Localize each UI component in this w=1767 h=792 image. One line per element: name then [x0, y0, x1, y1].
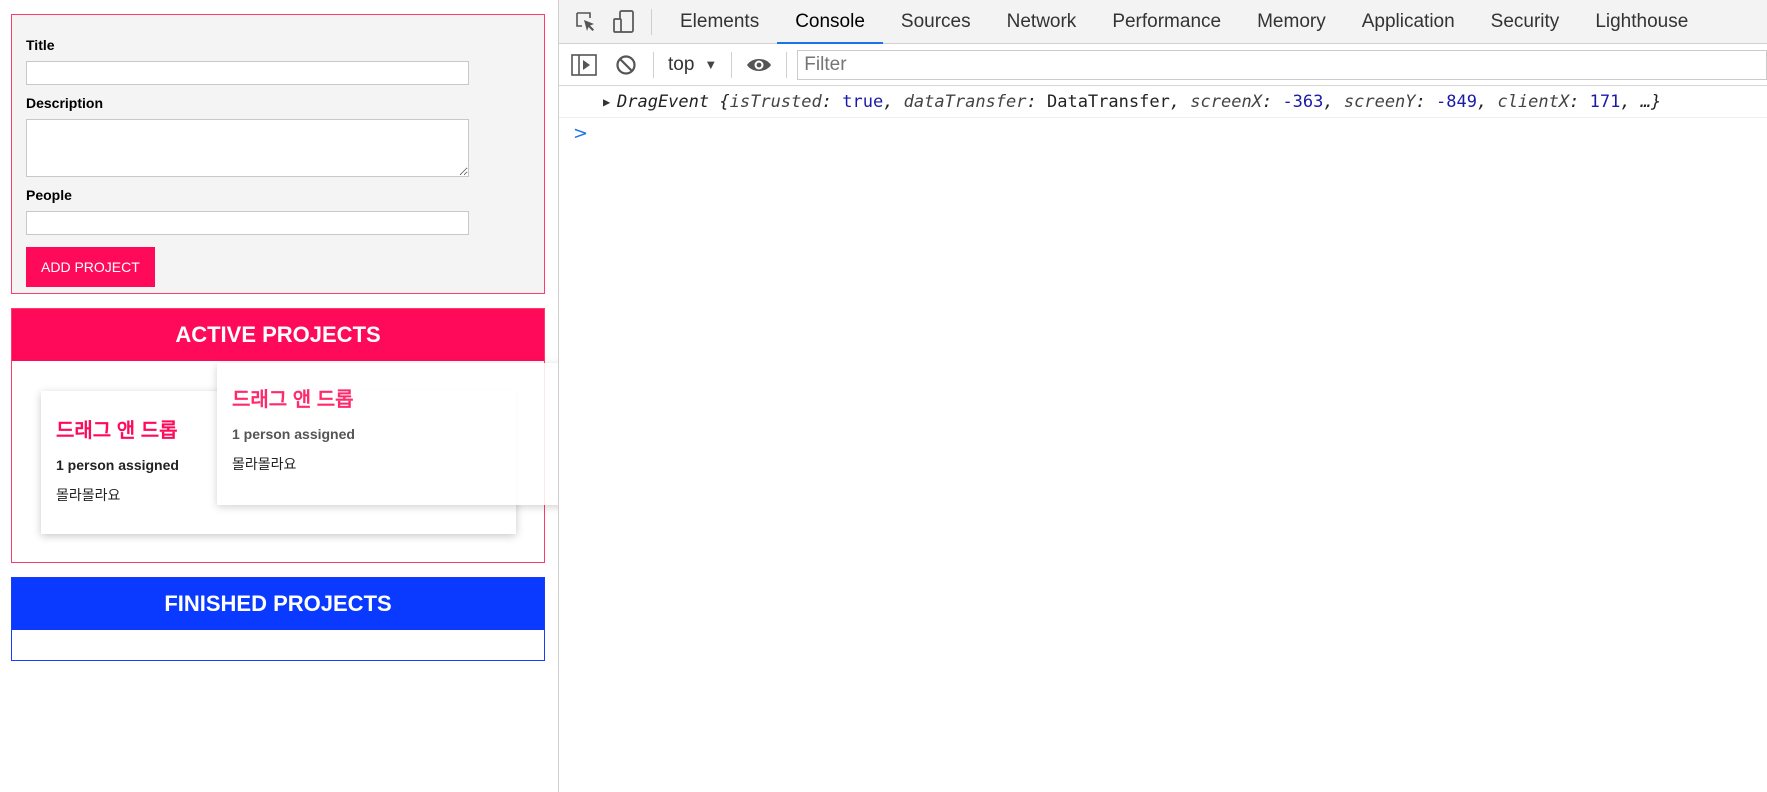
tab-security[interactable]: Security [1473, 0, 1578, 44]
log-field-value: DataTransfer [1046, 92, 1170, 112]
tab-network[interactable]: Network [989, 0, 1095, 44]
tab-console[interactable]: Console [777, 0, 883, 44]
log-field-value: true [842, 92, 884, 112]
project-form: Title Description People ADD PROJECT [11, 14, 545, 294]
console-toolbar: top ▼ [559, 44, 1767, 86]
tab-elements[interactable]: Elements [662, 0, 777, 44]
tab-separator [651, 8, 652, 35]
log-field-value: -363 [1282, 92, 1324, 112]
console-prompt[interactable]: > [559, 118, 1767, 150]
tab-memory[interactable]: Memory [1239, 0, 1344, 44]
device-toolbar-icon[interactable] [605, 0, 643, 44]
tab-sources[interactable]: Sources [883, 0, 989, 44]
people-label: People [26, 187, 72, 203]
title-label: Title [26, 37, 55, 53]
inspect-element-icon[interactable] [567, 0, 605, 44]
log-field-key: screenY [1343, 92, 1416, 112]
log-field-key: clientX [1497, 92, 1570, 112]
finished-projects-list[interactable]: FINISHED PROJECTS [11, 577, 545, 661]
tab-lighthouse[interactable]: Lighthouse [1577, 0, 1706, 44]
log-open-brace: { [719, 92, 730, 112]
clear-console-icon[interactable] [605, 44, 647, 86]
log-ellipsis: …} [1640, 92, 1662, 112]
prompt-caret-icon: > [573, 123, 589, 144]
tab-performance[interactable]: Performance [1094, 0, 1239, 44]
tab-application[interactable]: Application [1344, 0, 1473, 44]
console-log-entry[interactable]: ▶ DragEvent {isTrusted: true, dataTransf… [559, 86, 1767, 118]
toolbar-separator [653, 51, 654, 78]
log-field-key: dataTransfer [903, 92, 1027, 112]
devtools-panel: Elements Console Sources Network Performance… [558, 0, 1767, 792]
title-input[interactable] [26, 61, 469, 85]
console-filter-input[interactable] [797, 49, 1767, 80]
toolbar-separator [786, 51, 788, 78]
toolbar-separator [731, 51, 733, 78]
expand-triangle-icon[interactable]: ▶ [603, 86, 610, 118]
context-selector[interactable]: top ▼ [660, 54, 725, 76]
console-output: ▶ DragEvent {isTrusted: true, dataTransf… [559, 86, 1767, 150]
finished-projects-header: FINISHED PROJECTS [12, 578, 544, 630]
description-textarea[interactable] [26, 119, 469, 177]
log-object-preview: DragEvent {isTrusted: true, dataTransfer… [617, 92, 1662, 112]
devtools-tabs: Elements Console Sources Network Performance… [662, 0, 1706, 44]
sidebar-toggle-icon[interactable] [563, 44, 605, 86]
app-pane: Title Description People ADD PROJECT ACT… [0, 0, 689, 792]
active-projects-header: ACTIVE PROJECTS [12, 309, 544, 361]
context-selector-value: top [668, 53, 695, 75]
people-input[interactable] [26, 211, 469, 235]
log-field-value: 171 [1589, 92, 1621, 112]
log-field-key: screenX [1190, 92, 1262, 112]
log-class-name: DragEvent [617, 92, 710, 112]
add-project-button[interactable]: ADD PROJECT [26, 247, 155, 287]
devtools-tabbar: Elements Console Sources Network Performance… [559, 0, 1767, 44]
chevron-down-icon: ▼ [704, 57, 718, 72]
log-field-value: -849 [1436, 92, 1477, 112]
description-label: Description [26, 95, 104, 111]
log-field-key: isTrusted [729, 92, 822, 112]
eye-icon[interactable] [738, 44, 780, 86]
